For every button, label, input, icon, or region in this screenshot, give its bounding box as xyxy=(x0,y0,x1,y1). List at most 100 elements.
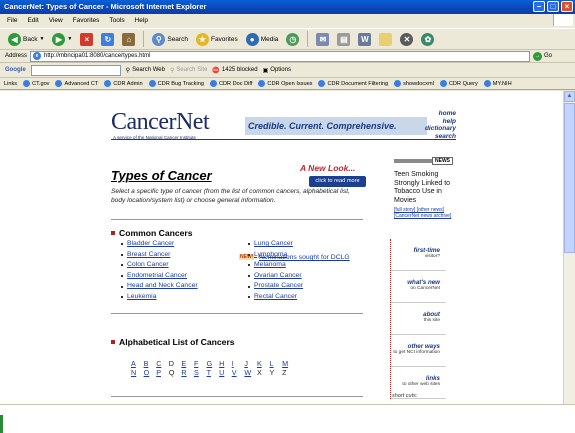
media-button[interactable]: ● Media xyxy=(244,30,281,48)
scroll-up-icon[interactable]: ▲ xyxy=(564,91,575,102)
messenger-button[interactable]: ✕ xyxy=(398,30,415,48)
link-item[interactable]: showdocxml xyxy=(394,80,434,87)
list-item[interactable]: Prostate Cancer xyxy=(248,281,303,292)
link-label: CDR Admin xyxy=(113,80,143,87)
maximize-button[interactable]: □ xyxy=(547,1,559,12)
list-item[interactable]: Breast Cancer xyxy=(121,250,198,261)
letter-link[interactable]: I xyxy=(232,359,245,368)
link-item[interactable]: Advanced CT xyxy=(55,80,98,87)
read-more-button[interactable]: click to read more xyxy=(309,176,366,187)
menu-tools[interactable]: Tools xyxy=(109,17,124,24)
extra-button[interactable]: ✿ xyxy=(419,30,436,48)
common-cancers-left-list: Bladder Cancer Breast Cancer Colon Cance… xyxy=(121,239,198,303)
scroll-thumb[interactable] xyxy=(564,103,575,253)
list-item[interactable]: Bladder Cancer xyxy=(121,239,198,250)
link-item[interactable]: CDR Open Issues xyxy=(258,80,312,87)
link-item[interactable]: CT.gov xyxy=(23,80,49,87)
link-item[interactable]: CDR Query xyxy=(439,80,478,87)
cancer-link: Prostate Cancer xyxy=(254,282,304,290)
discuss-button[interactable] xyxy=(377,30,394,48)
letter-link[interactable]: N xyxy=(131,368,144,377)
list-item[interactable]: Lung Cancer xyxy=(248,239,303,250)
back-button[interactable]: ◀ Back ▼ xyxy=(6,30,46,48)
refresh-button[interactable]: ↻ xyxy=(99,30,116,48)
letter-link[interactable]: E xyxy=(181,359,194,368)
letter-link[interactable]: G xyxy=(207,359,220,368)
nav-whats-new[interactable]: what's new on CancerNet xyxy=(391,271,446,303)
search-button[interactable]: ⚲ Search xyxy=(150,30,190,48)
google-toolbar: Google ⚲ Search Web ⚲ Search Site ⛔ 1425 bl… xyxy=(0,63,575,78)
letter-link[interactable]: S xyxy=(194,368,207,377)
letter-link[interactable]: T xyxy=(207,368,220,377)
list-item[interactable]: Rectal Cancer xyxy=(248,292,303,303)
letter-link[interactable]: W xyxy=(244,368,257,377)
forward-button[interactable]: ▶ ▼ xyxy=(50,30,74,48)
popup-blocker-button[interactable]: ⛔ 1425 blocked xyxy=(212,67,257,74)
search-web-button[interactable]: ⚲ Search Web xyxy=(126,67,165,74)
toolbar-separator xyxy=(143,31,145,47)
options-icon: ▣ xyxy=(262,67,269,74)
letter-link[interactable]: J xyxy=(244,359,257,368)
edit-button[interactable]: W xyxy=(356,30,373,48)
dictionary-link[interactable]: dictionary xyxy=(425,125,456,133)
vertical-scrollbar[interactable]: ▲ xyxy=(563,91,575,404)
list-item[interactable]: Ovarian Cancer xyxy=(248,271,303,282)
favorites-button[interactable]: ★ Favorites xyxy=(194,30,240,48)
go-button[interactable]: → Go xyxy=(533,51,552,61)
print-button[interactable]: ▤ xyxy=(335,30,352,48)
history-button[interactable]: ◷ xyxy=(284,30,301,48)
help-link[interactable]: help xyxy=(425,118,456,126)
red-bullet-icon xyxy=(111,231,115,235)
letter-text: X xyxy=(256,368,262,377)
letter-link[interactable]: M xyxy=(282,359,295,368)
menu-help[interactable]: Help xyxy=(135,17,148,24)
list-item[interactable]: Melanoma xyxy=(248,260,303,271)
letter-link[interactable]: O xyxy=(144,368,157,377)
menu-view[interactable]: View xyxy=(49,17,63,24)
menu-file[interactable]: File xyxy=(7,17,17,24)
close-button[interactable]: × xyxy=(561,1,573,12)
address-input[interactable]: e http://mbncipa01:8080/cancertypes.html xyxy=(30,50,531,62)
list-item[interactable]: Leukemia xyxy=(121,292,198,303)
letter-link[interactable]: F xyxy=(194,359,207,368)
letter-link[interactable]: A xyxy=(131,359,144,368)
list-item[interactable]: Colon Cancer xyxy=(121,260,198,271)
menu-edit[interactable]: Edit xyxy=(27,17,38,24)
list-item[interactable]: Head and Neck Cancer xyxy=(121,281,198,292)
cancernet-logo[interactable]: CancerNet xyxy=(111,109,210,136)
stop-button[interactable]: × xyxy=(78,30,95,48)
letter-link[interactable]: K xyxy=(257,359,270,368)
minimize-button[interactable]: – xyxy=(533,1,545,12)
nav-other-ways[interactable]: other ways to get NCI information xyxy=(391,335,446,367)
home-link[interactable]: home xyxy=(425,110,456,118)
menu-favorites[interactable]: Favorites xyxy=(73,17,100,24)
letter-link[interactable]: H xyxy=(219,359,232,368)
link-item[interactable]: MY.NIH xyxy=(483,80,512,87)
mail-button[interactable]: ✉ xyxy=(314,30,331,48)
alphabetical-label: Alphabetical List of Cancers xyxy=(119,337,235,347)
letter-link[interactable]: R xyxy=(181,368,194,377)
link-item[interactable]: CDR Doc Diff xyxy=(209,80,252,87)
forward-arrow-icon: ▶ xyxy=(52,32,66,46)
list-item[interactable]: Lymphoma xyxy=(248,250,303,261)
google-search-input[interactable] xyxy=(30,64,121,76)
letter-link[interactable]: B xyxy=(144,359,157,368)
letter-link[interactable]: V xyxy=(232,368,245,377)
link-item[interactable]: CDR Admin xyxy=(104,80,143,87)
news-links[interactable]: [full story] [other news] [CancerNet new… xyxy=(394,207,456,219)
letter-link[interactable]: L xyxy=(270,359,283,368)
home-button[interactable]: ⌂ xyxy=(120,30,137,48)
nav-about[interactable]: about this site xyxy=(391,303,446,335)
letter-link[interactable]: P xyxy=(156,368,169,377)
page-viewport: CancerNet A service of the National Canc… xyxy=(0,91,563,404)
options-button[interactable]: ▣ Options xyxy=(263,67,291,74)
letter-link[interactable]: U xyxy=(219,368,232,377)
alpha-row-2: NOPQRSTUVWXYZ xyxy=(131,368,295,377)
nav-first-time[interactable]: first-time visitor? xyxy=(391,239,446,271)
link-item[interactable]: CDR Document Filtering xyxy=(318,80,388,87)
list-item[interactable]: Endometrial Cancer xyxy=(121,271,198,282)
letter-link[interactable]: C xyxy=(156,359,169,368)
search-site-button[interactable]: ⚲ Search Site xyxy=(170,67,207,74)
link-item[interactable]: CDR Bug Tracking xyxy=(148,80,204,87)
news-headline[interactable]: Teen Smoking Strongly Linked to Tobacco … xyxy=(394,171,456,205)
